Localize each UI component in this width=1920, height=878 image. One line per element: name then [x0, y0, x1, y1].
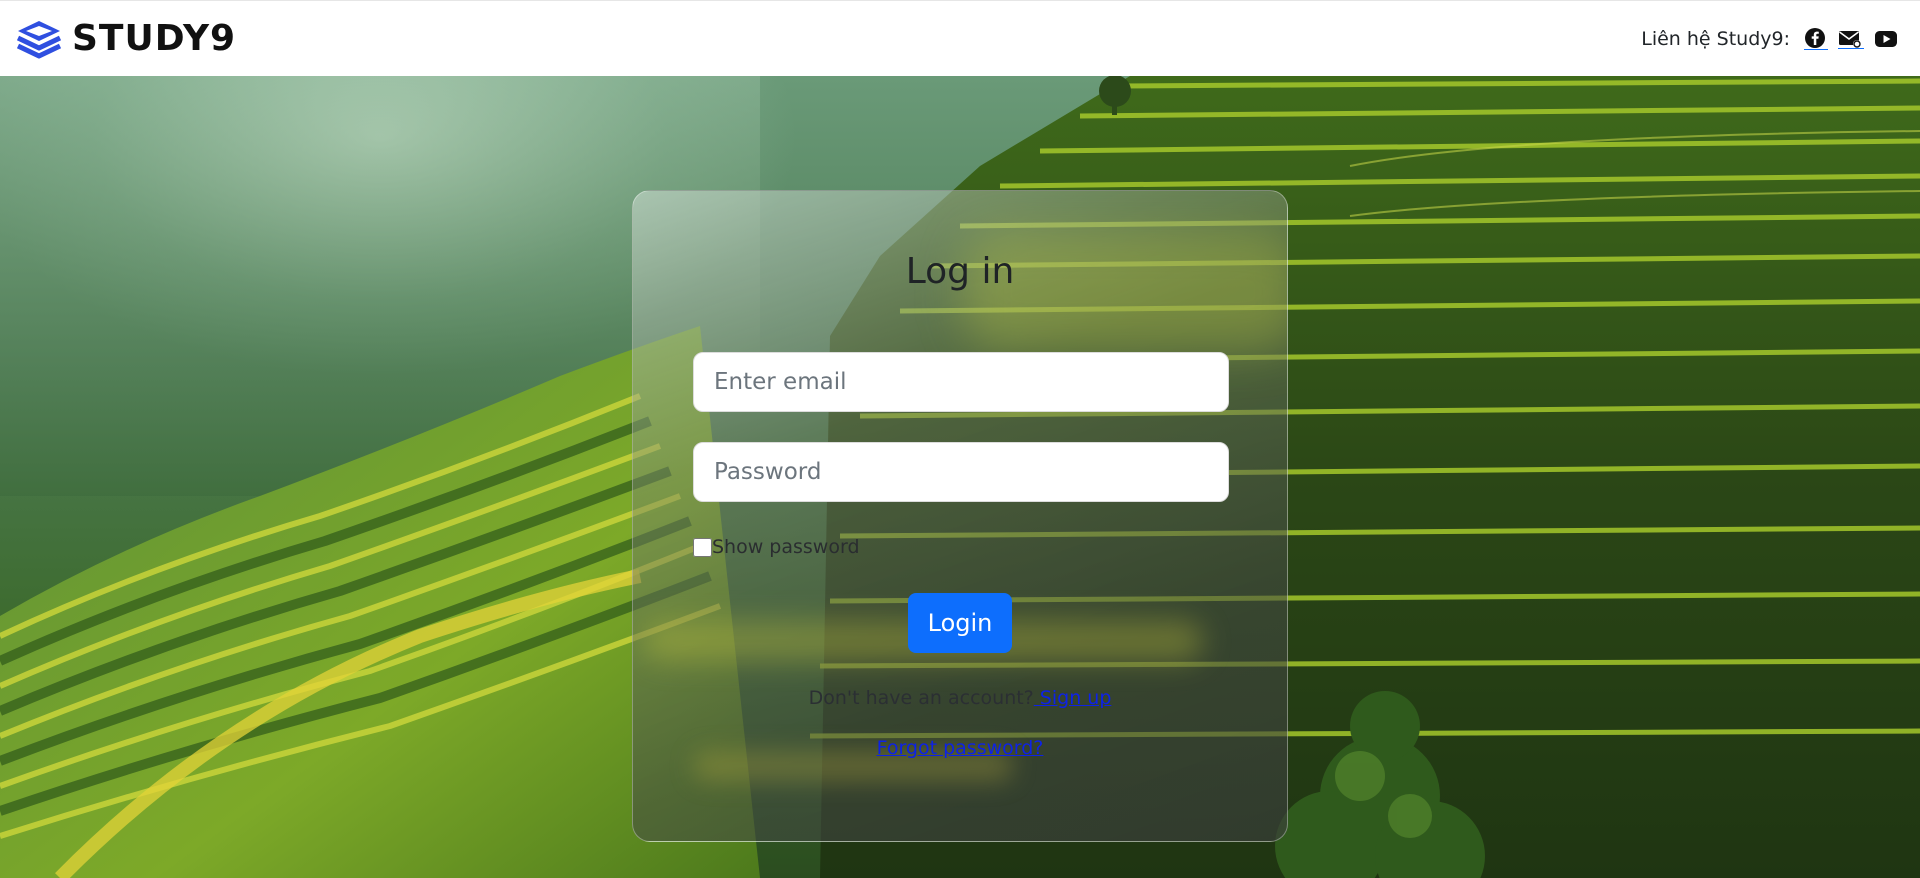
brand-logo[interactable]: STUDY9 — [16, 18, 236, 59]
contact-links: Liên hệ Study9: — [1641, 27, 1900, 50]
show-password-checkbox[interactable] — [693, 537, 712, 557]
facebook-link[interactable] — [1804, 27, 1828, 50]
layers-logo-icon — [16, 19, 62, 59]
facebook-icon — [1804, 27, 1826, 49]
youtube-icon — [1874, 30, 1898, 48]
contact-label: Liên hệ Study9: — [1641, 27, 1790, 50]
page: STUDY9 Liên hệ Study9: Log in Enter emai… — [0, 0, 1920, 878]
show-password-label: Show password — [712, 536, 860, 558]
brand-name: STUDY9 — [72, 18, 237, 59]
no-account-text: Don't have an account? — [808, 687, 1034, 709]
signup-prompt: Don't have an account? Sign up — [633, 687, 1287, 709]
top-header: STUDY9 Liên hệ Study9: — [0, 0, 1920, 76]
mail-icon — [1838, 28, 1862, 48]
login-title: Log in — [905, 251, 1015, 292]
forgot-password-row: Forgot password? — [633, 737, 1287, 759]
password-input[interactable] — [693, 442, 1229, 502]
youtube-link[interactable] — [1874, 30, 1900, 48]
email-input[interactable] — [693, 352, 1229, 412]
email-link[interactable] — [1838, 28, 1864, 49]
forgot-password-link[interactable]: Forgot password? — [877, 737, 1044, 759]
login-button[interactable]: Login — [908, 593, 1012, 653]
signup-link[interactable]: Sign up — [1034, 687, 1112, 709]
login-card: Log in Show password Login Don't have an… — [632, 190, 1288, 842]
show-password-row[interactable]: Show password — [693, 536, 860, 558]
